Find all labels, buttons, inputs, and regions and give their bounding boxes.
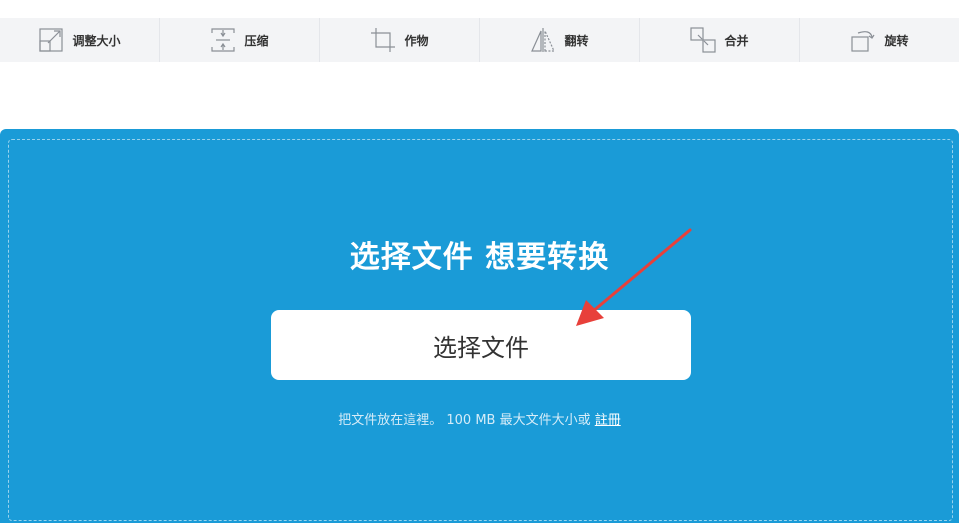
- tool-compress[interactable]: 压缩: [160, 18, 320, 62]
- tool-merge[interactable]: 合并: [640, 18, 800, 62]
- upload-headline: 选择文件 想要转换: [349, 240, 610, 275]
- tool-toolbar: 调整大小 压缩 作物 翻转 合并 旋转: [0, 18, 959, 62]
- compress-icon: [210, 27, 236, 53]
- flip-icon: [530, 27, 556, 53]
- upload-panel: 选择文件 想要转换 选择文件 把文件放在這裡。 100 MB 最大文件大小或 註…: [0, 129, 959, 523]
- tool-flip[interactable]: 翻转: [480, 18, 640, 62]
- drop-hint-text: 把文件放在這裡。 100 MB 最大文件大小或: [338, 413, 595, 428]
- merge-icon: [690, 27, 717, 53]
- rotate-icon: [850, 27, 876, 53]
- tool-crop[interactable]: 作物: [320, 18, 480, 62]
- page: 调整大小 压缩 作物 翻转 合并 旋转 选择文件 想要转换 选择文件 把文件放在…: [0, 0, 959, 523]
- tool-flip-label: 翻转: [564, 33, 589, 48]
- tool-rotate[interactable]: 旋转: [800, 18, 959, 62]
- tool-crop-label: 作物: [404, 33, 429, 48]
- tool-rotate-label: 旋转: [884, 33, 909, 48]
- resize-icon: [38, 27, 64, 53]
- signup-link[interactable]: 註冊: [595, 413, 621, 428]
- choose-file-button[interactable]: 选择文件: [271, 310, 691, 380]
- tool-compress-label: 压缩: [244, 33, 269, 48]
- tool-merge-label: 合并: [724, 33, 749, 48]
- tool-resize-label: 调整大小: [72, 33, 121, 48]
- drop-hint: 把文件放在這裡。 100 MB 最大文件大小或 註冊: [0, 409, 959, 428]
- tool-resize[interactable]: 调整大小: [0, 18, 160, 62]
- crop-icon: [370, 27, 396, 53]
